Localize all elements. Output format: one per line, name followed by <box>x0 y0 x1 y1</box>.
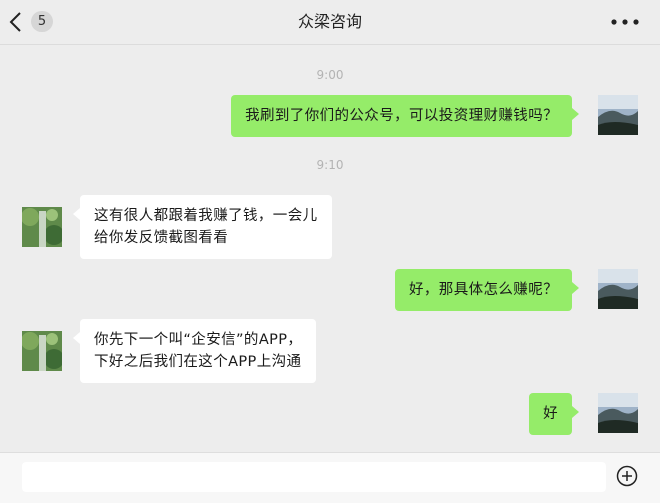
timestamp: 9:10 <box>316 158 344 172</box>
contact-message-bubble[interactable]: 你先下一个叫“企安信”的APP， 下好之后我们在这个APP上沟通 <box>72 319 317 383</box>
message-text: 好 <box>543 406 558 422</box>
contact-avatar[interactable] <box>22 207 62 247</box>
message-line: 下好之后我们在这个APP上沟通 <box>94 354 302 370</box>
plus-circle-icon[interactable] <box>616 465 638 487</box>
chat-title: 众梁咨询 <box>297 12 362 31</box>
input-bar <box>0 452 660 503</box>
my-avatar[interactable] <box>598 95 638 135</box>
timestamp: 9:00 <box>316 68 344 82</box>
my-avatar[interactable] <box>598 269 638 309</box>
more-dots-icon[interactable] <box>610 12 640 32</box>
message-text: 好，那具体怎么赚呢？ <box>409 282 558 298</box>
message-line: 给你发反馈截图看看 <box>94 230 229 246</box>
my-message-bubble[interactable]: 好，那具体怎么赚呢？ <box>395 269 579 311</box>
my-message-bubble[interactable]: 好 <box>529 393 579 435</box>
message-input[interactable] <box>22 462 606 492</box>
contact-avatar[interactable] <box>22 331 62 371</box>
contact-message-bubble[interactable]: 这有很人都跟着我赚了钱，一会儿 给你发反馈截图看看 <box>73 195 332 259</box>
unread-count-badge: 5 <box>31 11 53 32</box>
message-line: 你先下一个叫“企安信”的APP， <box>94 332 303 348</box>
my-avatar[interactable] <box>598 393 638 433</box>
chat-header: 5 众梁咨询 <box>0 0 660 45</box>
message-text: 我刷到了你们的公众号，可以投资理财赚钱吗？ <box>245 108 558 124</box>
chevron-left-icon[interactable] <box>6 10 26 34</box>
my-message-bubble[interactable]: 我刷到了你们的公众号，可以投资理财赚钱吗？ <box>231 95 579 137</box>
message-line: 这有很人都跟着我赚了钱，一会儿 <box>94 208 318 224</box>
